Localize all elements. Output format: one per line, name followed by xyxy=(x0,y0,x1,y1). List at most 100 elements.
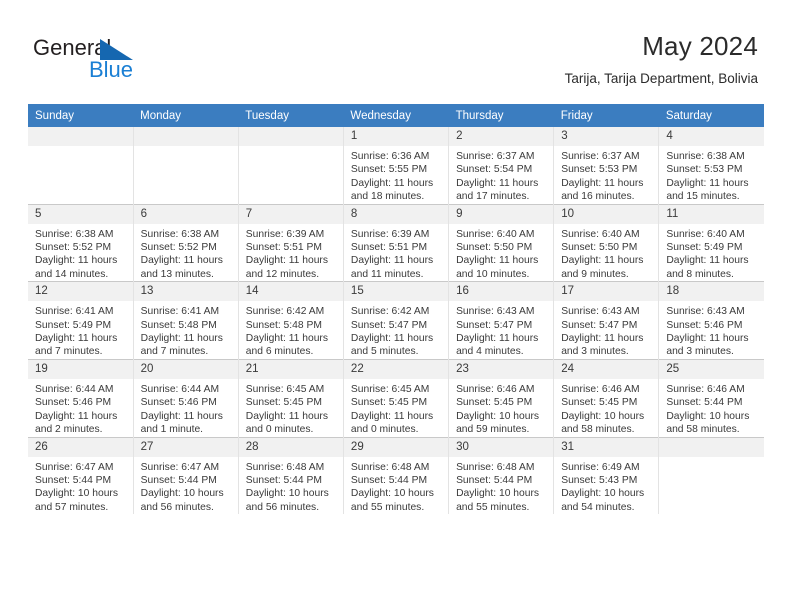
calendar-day-cell[interactable]: 1 Sunrise: 6:36 AM Sunset: 5:55 PM Daylight… xyxy=(342,127,449,205)
calendar-day-cell[interactable]: 23 Sunrise: 6:46 AM Sunset: 5:45 PM Dayligh… xyxy=(448,358,554,437)
calendar-day-cell[interactable]: 5 Sunrise: 6:38 AM Sunset: 5:52 PM Daylight… xyxy=(28,203,134,282)
calendar-day-cell[interactable]: 22 Sunrise: 6:45 AM Sunset: 5:45 PM Dayligh… xyxy=(342,358,449,437)
day-details: Sunrise: 6:40 AM Sunset: 5:50 PM Daylight:… xyxy=(554,224,658,282)
day-number: 28 xyxy=(238,437,343,457)
calendar-day-cell[interactable]: 8 Sunrise: 6:39 AM Sunset: 5:51 PM Daylight… xyxy=(342,203,449,282)
day-number: 4 xyxy=(659,127,764,146)
daylight-line: Daylight: 11 hours xyxy=(350,255,434,267)
daylight-line: Daylight: 11 hours xyxy=(456,333,539,345)
weekday-header-tuesday: Tuesday xyxy=(238,104,344,127)
day-details: Sunrise: 6:49 AM Sunset: 5:43 PM Daylight:… xyxy=(554,457,658,515)
daylight-line: and 16 minutes. xyxy=(561,191,635,203)
calendar-head: Sunday Monday Tuesday Wednesday Thursday Frid… xyxy=(28,104,764,127)
calendar-day-cell[interactable]: 10 Sunrise: 6:40 AM Sunset: 5:50 PM Dayligh… xyxy=(553,203,659,282)
daylight-line: and 0 minutes. xyxy=(350,424,419,436)
daylight-line: and 3 minutes. xyxy=(561,346,629,358)
calendar-day-cell[interactable]: 3 Sunrise: 6:37 AM Sunset: 5:53 PM Daylight… xyxy=(553,127,659,205)
sunrise-line: Sunrise: 6:39 AM xyxy=(350,228,430,240)
calendar-day-cell[interactable]: 12 Sunrise: 6:41 AM Sunset: 5:49 PM Dayligh… xyxy=(28,281,134,360)
daylight-line: Daylight: 10 hours xyxy=(456,488,540,500)
calendar-day-cell[interactable]: 27 Sunrise: 6:47 AM Sunset: 5:44 PM Dayligh… xyxy=(132,436,239,515)
sunrise-line: Sunrise: 6:46 AM xyxy=(666,383,745,395)
calendar-day-cell[interactable]: 18 Sunrise: 6:43 AM Sunset: 5:46 PM Dayligh… xyxy=(658,281,764,360)
calendar-day-cell[interactable]: 26 Sunrise: 6:47 AM Sunset: 5:44 PM Dayligh… xyxy=(28,436,134,515)
day-details: Sunrise: 6:47 AM Sunset: 5:44 PM Daylight:… xyxy=(134,457,238,515)
daylight-line: Daylight: 10 hours xyxy=(666,410,750,422)
weekday-header-row: Sunday Monday Tuesday Wednesday Thursday Frid… xyxy=(28,104,764,127)
daylight-line: Daylight: 11 hours xyxy=(350,333,434,345)
day-details: Sunrise: 6:48 AM Sunset: 5:44 PM Daylight:… xyxy=(449,457,553,515)
daylight-line: Daylight: 10 hours xyxy=(456,410,540,422)
calendar-day-cell[interactable]: 14 Sunrise: 6:42 AM Sunset: 5:48 PM Dayligh… xyxy=(237,281,344,360)
sunset-line: Sunset: 5:51 PM xyxy=(350,242,428,254)
sunset-line: Sunset: 5:47 PM xyxy=(456,319,533,331)
daylight-line: and 58 minutes. xyxy=(666,424,740,436)
daylight-line: and 4 minutes. xyxy=(456,346,524,358)
daylight-line: and 0 minutes. xyxy=(245,424,314,436)
daylight-line: and 12 minutes. xyxy=(245,268,320,280)
calendar-day-cell[interactable]: 29 Sunrise: 6:48 AM Sunset: 5:44 PM Dayligh… xyxy=(342,436,449,515)
calendar-day-cell[interactable]: 19 Sunrise: 6:44 AM Sunset: 5:46 PM Dayligh… xyxy=(28,358,134,437)
sunrise-line: Sunrise: 6:39 AM xyxy=(245,228,325,240)
daylight-line: and 18 minutes. xyxy=(350,191,425,203)
calendar-day-cell-empty xyxy=(132,127,239,205)
calendar-day-cell-empty xyxy=(28,127,134,205)
calendar-day-cell[interactable]: 13 Sunrise: 6:41 AM Sunset: 5:48 PM Dayligh… xyxy=(132,281,239,360)
day-number: 10 xyxy=(554,204,659,224)
daylight-line: and 55 minutes. xyxy=(350,501,425,513)
day-details: Sunrise: 6:38 AM Sunset: 5:53 PM Daylight:… xyxy=(659,146,764,204)
day-number: 26 xyxy=(28,437,133,457)
calendar-day-cell[interactable]: 6 Sunrise: 6:38 AM Sunset: 5:52 PM Daylight… xyxy=(132,203,239,282)
day-number: 8 xyxy=(343,204,449,224)
sunset-line: Sunset: 5:44 PM xyxy=(140,474,217,486)
sunset-line: Sunset: 5:46 PM xyxy=(666,319,743,331)
daylight-line: and 57 minutes. xyxy=(35,501,109,513)
calendar-day-cell[interactable]: 2 Sunrise: 6:37 AM Sunset: 5:54 PM Daylight… xyxy=(448,127,554,205)
calendar-day-cell[interactable]: 4 Sunrise: 6:38 AM Sunset: 5:53 PM Daylight… xyxy=(658,127,764,205)
calendar-day-cell[interactable]: 30 Sunrise: 6:48 AM Sunset: 5:44 PM Dayligh… xyxy=(448,436,554,515)
calendar-day-cell[interactable]: 7 Sunrise: 6:39 AM Sunset: 5:51 PM Daylight… xyxy=(237,203,344,282)
sunset-line: Sunset: 5:47 PM xyxy=(350,319,428,331)
daylight-line: Daylight: 10 hours xyxy=(245,488,329,500)
day-number: 6 xyxy=(133,204,238,224)
sunrise-line: Sunrise: 6:43 AM xyxy=(561,306,640,318)
sunset-line: Sunset: 5:52 PM xyxy=(140,242,217,254)
title-block: May 2024 Tarija, Tarija Department, Boli… xyxy=(565,30,758,88)
calendar-day-cell[interactable]: 9 Sunrise: 6:40 AM Sunset: 5:50 PM Daylight… xyxy=(448,203,554,282)
day-details: Sunrise: 6:44 AM Sunset: 5:46 PM Daylight:… xyxy=(28,379,133,437)
calendar-day-cell[interactable]: 21 Sunrise: 6:45 AM Sunset: 5:45 PM Dayligh… xyxy=(237,358,344,437)
calendar-day-cell-empty xyxy=(658,436,764,515)
calendar-day-cell[interactable]: 24 Sunrise: 6:46 AM Sunset: 5:45 PM Dayligh… xyxy=(553,358,659,437)
weekday-header-thursday: Thursday xyxy=(448,104,554,127)
sunrise-line: Sunrise: 6:37 AM xyxy=(561,151,640,162)
calendar-day-cell[interactable]: 17 Sunrise: 6:43 AM Sunset: 5:47 PM Dayligh… xyxy=(553,281,659,360)
calendar-day-cell[interactable]: 28 Sunrise: 6:48 AM Sunset: 5:44 PM Dayligh… xyxy=(237,436,344,515)
sunrise-line: Sunrise: 6:48 AM xyxy=(456,461,535,473)
day-details xyxy=(134,146,238,150)
calendar-day-cell[interactable]: 25 Sunrise: 6:46 AM Sunset: 5:44 PM Dayligh… xyxy=(658,358,764,437)
sunrise-line: Sunrise: 6:46 AM xyxy=(561,383,640,395)
calendar-day-cell[interactable]: 15 Sunrise: 6:42 AM Sunset: 5:47 PM Dayligh… xyxy=(342,281,449,360)
daylight-line: and 54 minutes. xyxy=(561,501,635,513)
calendar-day-cell[interactable]: 31 Sunrise: 6:49 AM Sunset: 5:43 PM Dayligh… xyxy=(553,436,659,515)
sunset-line: Sunset: 5:44 PM xyxy=(456,474,533,486)
generalblue-logo[interactable]: General Blue xyxy=(33,36,213,84)
day-number xyxy=(133,127,238,146)
day-number: 30 xyxy=(449,437,554,457)
calendar-day-cell[interactable]: 11 Sunrise: 6:40 AM Sunset: 5:49 PM Dayligh… xyxy=(658,203,764,282)
day-details: Sunrise: 6:40 AM Sunset: 5:50 PM Daylight:… xyxy=(449,224,553,282)
sunrise-line: Sunrise: 6:38 AM xyxy=(666,151,745,162)
day-number: 21 xyxy=(238,359,343,379)
day-details: Sunrise: 6:40 AM Sunset: 5:49 PM Daylight:… xyxy=(659,224,764,282)
daylight-line: and 5 minutes. xyxy=(350,346,419,358)
day-number xyxy=(659,437,764,457)
calendar-day-cell[interactable]: 16 Sunrise: 6:43 AM Sunset: 5:47 PM Dayligh… xyxy=(448,281,554,360)
daylight-line: Daylight: 11 hours xyxy=(245,410,329,422)
daylight-line: Daylight: 11 hours xyxy=(245,333,329,345)
day-details: Sunrise: 6:43 AM Sunset: 5:46 PM Daylight:… xyxy=(659,301,764,359)
daylight-line: Daylight: 11 hours xyxy=(35,333,118,345)
day-details: Sunrise: 6:38 AM Sunset: 5:52 PM Daylight:… xyxy=(28,224,133,282)
page-subtitle: Tarija, Tarija Department, Bolivia xyxy=(564,71,758,86)
calendar-day-cell[interactable]: 20 Sunrise: 6:44 AM Sunset: 5:46 PM Dayligh… xyxy=(132,358,239,437)
daylight-line: and 2 minutes. xyxy=(35,424,103,436)
